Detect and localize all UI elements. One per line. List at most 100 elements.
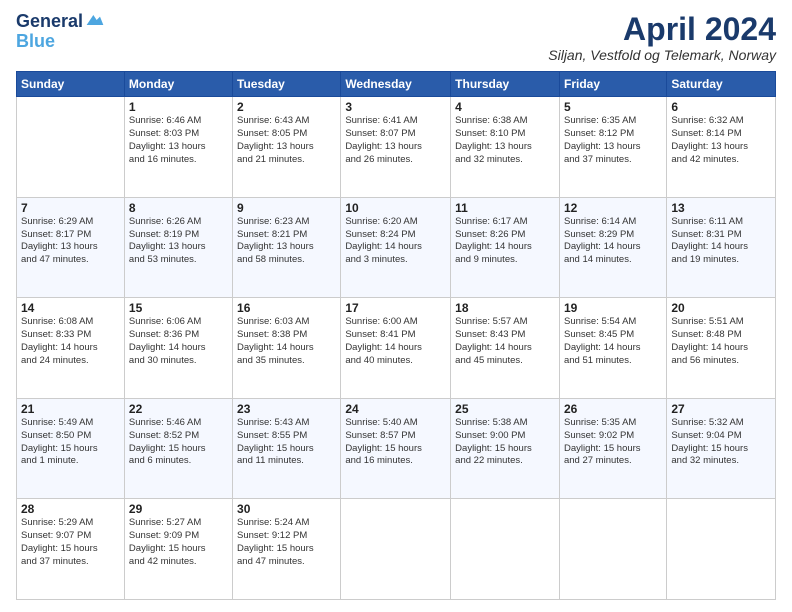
title-area: April 2024 Siljan, Vestfold og Telemark,… (548, 12, 776, 63)
calendar-cell: 11Sunrise: 6:17 AM Sunset: 8:26 PM Dayli… (451, 197, 560, 298)
calendar-cell: 3Sunrise: 6:41 AM Sunset: 8:07 PM Daylig… (341, 97, 451, 198)
calendar-cell: 5Sunrise: 6:35 AM Sunset: 8:12 PM Daylig… (559, 97, 666, 198)
logo-blue: Blue (16, 32, 55, 52)
day-number: 18 (455, 301, 555, 315)
weekday-header-tuesday: Tuesday (233, 72, 341, 97)
calendar-cell: 23Sunrise: 5:43 AM Sunset: 8:55 PM Dayli… (233, 398, 341, 499)
calendar-cell: 13Sunrise: 6:11 AM Sunset: 8:31 PM Dayli… (667, 197, 776, 298)
day-number: 23 (237, 402, 336, 416)
day-number: 26 (564, 402, 662, 416)
day-number: 28 (21, 502, 120, 516)
header: General Blue April 2024 Siljan, Vestfold… (16, 12, 776, 63)
location: Siljan, Vestfold og Telemark, Norway (548, 47, 776, 63)
day-detail: Sunrise: 5:43 AM Sunset: 8:55 PM Dayligh… (237, 417, 336, 468)
day-number: 13 (671, 201, 771, 215)
day-number: 7 (21, 201, 120, 215)
weekday-header-saturday: Saturday (667, 72, 776, 97)
calendar-cell: 4Sunrise: 6:38 AM Sunset: 8:10 PM Daylig… (451, 97, 560, 198)
day-number: 4 (455, 100, 555, 114)
calendar-cell (341, 499, 451, 600)
weekday-header-sunday: Sunday (17, 72, 125, 97)
weekday-header-wednesday: Wednesday (341, 72, 451, 97)
day-detail: Sunrise: 5:54 AM Sunset: 8:45 PM Dayligh… (564, 316, 662, 367)
day-number: 5 (564, 100, 662, 114)
day-number: 12 (564, 201, 662, 215)
day-detail: Sunrise: 6:11 AM Sunset: 8:31 PM Dayligh… (671, 216, 771, 267)
day-detail: Sunrise: 6:43 AM Sunset: 8:05 PM Dayligh… (237, 115, 336, 166)
day-detail: Sunrise: 6:08 AM Sunset: 8:33 PM Dayligh… (21, 316, 120, 367)
day-detail: Sunrise: 5:24 AM Sunset: 9:12 PM Dayligh… (237, 517, 336, 568)
calendar-cell: 24Sunrise: 5:40 AM Sunset: 8:57 PM Dayli… (341, 398, 451, 499)
day-detail: Sunrise: 5:32 AM Sunset: 9:04 PM Dayligh… (671, 417, 771, 468)
day-number: 21 (21, 402, 120, 416)
calendar-cell: 15Sunrise: 6:06 AM Sunset: 8:36 PM Dayli… (124, 298, 232, 399)
calendar-cell (17, 97, 125, 198)
day-number: 15 (129, 301, 228, 315)
day-detail: Sunrise: 6:38 AM Sunset: 8:10 PM Dayligh… (455, 115, 555, 166)
day-detail: Sunrise: 6:23 AM Sunset: 8:21 PM Dayligh… (237, 216, 336, 267)
week-row-2: 7Sunrise: 6:29 AM Sunset: 8:17 PM Daylig… (17, 197, 776, 298)
calendar-cell: 22Sunrise: 5:46 AM Sunset: 8:52 PM Dayli… (124, 398, 232, 499)
weekday-header-row: SundayMondayTuesdayWednesdayThursdayFrid… (17, 72, 776, 97)
calendar-cell: 16Sunrise: 6:03 AM Sunset: 8:38 PM Dayli… (233, 298, 341, 399)
calendar-cell: 18Sunrise: 5:57 AM Sunset: 8:43 PM Dayli… (451, 298, 560, 399)
week-row-5: 28Sunrise: 5:29 AM Sunset: 9:07 PM Dayli… (17, 499, 776, 600)
calendar-table: SundayMondayTuesdayWednesdayThursdayFrid… (16, 71, 776, 600)
calendar-cell: 21Sunrise: 5:49 AM Sunset: 8:50 PM Dayli… (17, 398, 125, 499)
day-detail: Sunrise: 6:26 AM Sunset: 8:19 PM Dayligh… (129, 216, 228, 267)
weekday-header-thursday: Thursday (451, 72, 560, 97)
calendar-cell: 26Sunrise: 5:35 AM Sunset: 9:02 PM Dayli… (559, 398, 666, 499)
day-detail: Sunrise: 6:35 AM Sunset: 8:12 PM Dayligh… (564, 115, 662, 166)
calendar-cell: 7Sunrise: 6:29 AM Sunset: 8:17 PM Daylig… (17, 197, 125, 298)
day-detail: Sunrise: 6:14 AM Sunset: 8:29 PM Dayligh… (564, 216, 662, 267)
day-detail: Sunrise: 6:41 AM Sunset: 8:07 PM Dayligh… (345, 115, 446, 166)
day-number: 8 (129, 201, 228, 215)
day-number: 9 (237, 201, 336, 215)
day-number: 10 (345, 201, 446, 215)
calendar-cell: 2Sunrise: 6:43 AM Sunset: 8:05 PM Daylig… (233, 97, 341, 198)
calendar-cell: 12Sunrise: 6:14 AM Sunset: 8:29 PM Dayli… (559, 197, 666, 298)
day-detail: Sunrise: 6:20 AM Sunset: 8:24 PM Dayligh… (345, 216, 446, 267)
day-number: 27 (671, 402, 771, 416)
day-detail: Sunrise: 5:29 AM Sunset: 9:07 PM Dayligh… (21, 517, 120, 568)
day-number: 20 (671, 301, 771, 315)
calendar-cell: 9Sunrise: 6:23 AM Sunset: 8:21 PM Daylig… (233, 197, 341, 298)
day-number: 29 (129, 502, 228, 516)
day-detail: Sunrise: 5:51 AM Sunset: 8:48 PM Dayligh… (671, 316, 771, 367)
logo-text: General (16, 12, 83, 32)
calendar-cell: 27Sunrise: 5:32 AM Sunset: 9:04 PM Dayli… (667, 398, 776, 499)
logo: General Blue (16, 12, 105, 52)
calendar-cell: 14Sunrise: 6:08 AM Sunset: 8:33 PM Dayli… (17, 298, 125, 399)
month-title: April 2024 (548, 12, 776, 47)
calendar-cell (559, 499, 666, 600)
weekday-header-friday: Friday (559, 72, 666, 97)
day-number: 11 (455, 201, 555, 215)
calendar-cell: 20Sunrise: 5:51 AM Sunset: 8:48 PM Dayli… (667, 298, 776, 399)
day-detail: Sunrise: 6:03 AM Sunset: 8:38 PM Dayligh… (237, 316, 336, 367)
calendar-cell: 8Sunrise: 6:26 AM Sunset: 8:19 PM Daylig… (124, 197, 232, 298)
logo-icon (85, 10, 105, 30)
week-row-3: 14Sunrise: 6:08 AM Sunset: 8:33 PM Dayli… (17, 298, 776, 399)
day-detail: Sunrise: 5:46 AM Sunset: 8:52 PM Dayligh… (129, 417, 228, 468)
day-number: 2 (237, 100, 336, 114)
day-number: 19 (564, 301, 662, 315)
weekday-header-monday: Monday (124, 72, 232, 97)
calendar-cell: 10Sunrise: 6:20 AM Sunset: 8:24 PM Dayli… (341, 197, 451, 298)
calendar-cell: 28Sunrise: 5:29 AM Sunset: 9:07 PM Dayli… (17, 499, 125, 600)
day-number: 14 (21, 301, 120, 315)
day-detail: Sunrise: 6:29 AM Sunset: 8:17 PM Dayligh… (21, 216, 120, 267)
calendar-cell: 1Sunrise: 6:46 AM Sunset: 8:03 PM Daylig… (124, 97, 232, 198)
calendar-cell (451, 499, 560, 600)
calendar-cell: 19Sunrise: 5:54 AM Sunset: 8:45 PM Dayli… (559, 298, 666, 399)
day-number: 16 (237, 301, 336, 315)
day-number: 24 (345, 402, 446, 416)
day-detail: Sunrise: 6:06 AM Sunset: 8:36 PM Dayligh… (129, 316, 228, 367)
day-detail: Sunrise: 5:35 AM Sunset: 9:02 PM Dayligh… (564, 417, 662, 468)
calendar-cell: 29Sunrise: 5:27 AM Sunset: 9:09 PM Dayli… (124, 499, 232, 600)
day-detail: Sunrise: 6:46 AM Sunset: 8:03 PM Dayligh… (129, 115, 228, 166)
day-number: 6 (671, 100, 771, 114)
day-detail: Sunrise: 6:00 AM Sunset: 8:41 PM Dayligh… (345, 316, 446, 367)
day-detail: Sunrise: 6:32 AM Sunset: 8:14 PM Dayligh… (671, 115, 771, 166)
day-number: 3 (345, 100, 446, 114)
day-detail: Sunrise: 5:57 AM Sunset: 8:43 PM Dayligh… (455, 316, 555, 367)
